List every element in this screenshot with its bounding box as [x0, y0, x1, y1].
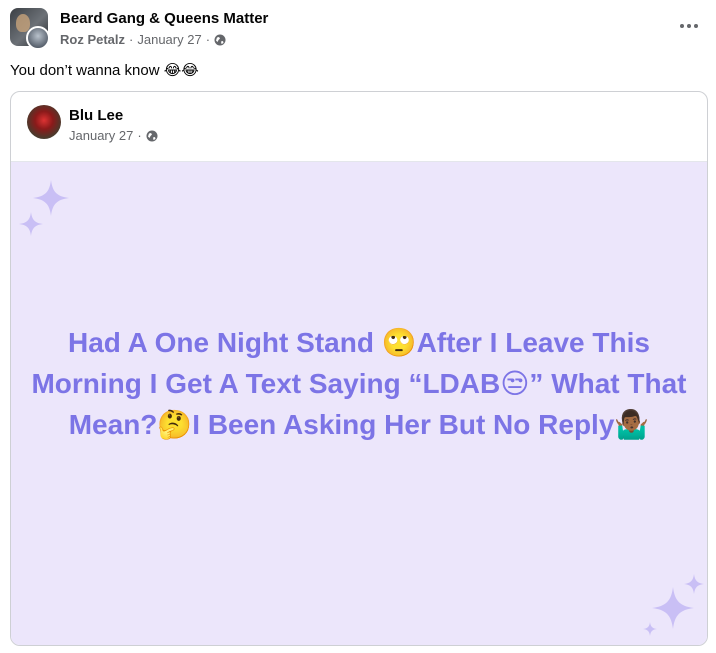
post-meta: Roz Petalz · January 27 ·	[60, 32, 226, 47]
post-author[interactable]: Roz Petalz	[60, 32, 125, 47]
post-header: Beard Gang & Queens Matter Roz Petalz · …	[0, 0, 716, 58]
shared-post-meta: January 27 ·	[69, 128, 158, 143]
meta-separator: ·	[137, 128, 142, 143]
author-avatar[interactable]	[26, 26, 50, 50]
background-post-text: Had A One Night Stand 🙄After I Leave Thi…	[31, 327, 687, 440]
globe-icon	[214, 34, 226, 45]
post-date[interactable]: January 27	[137, 32, 201, 47]
shared-author-avatar[interactable]	[27, 105, 61, 139]
more-options-icon[interactable]	[674, 14, 704, 38]
meta-separator: ·	[205, 32, 211, 47]
sparkle-icon	[33, 180, 69, 216]
group-name[interactable]: Beard Gang & Queens Matter	[60, 10, 268, 27]
post-text: You don’t wanna know 😂😂	[10, 62, 199, 79]
shared-post-card[interactable]: Blu Lee January 27 · Had A One Night Sta…	[10, 91, 708, 646]
shared-post-date[interactable]: January 27	[69, 128, 133, 143]
meta-separator: ·	[129, 32, 134, 47]
shared-author-name[interactable]: Blu Lee	[69, 107, 123, 124]
sparkle-icon	[643, 622, 657, 636]
text-background: Had A One Night Stand 🙄After I Leave Thi…	[11, 162, 707, 645]
sparkle-icon	[19, 212, 43, 236]
globe-icon	[146, 130, 158, 141]
shared-post-header: Blu Lee January 27 ·	[11, 92, 707, 162]
sparkle-icon	[684, 574, 704, 594]
